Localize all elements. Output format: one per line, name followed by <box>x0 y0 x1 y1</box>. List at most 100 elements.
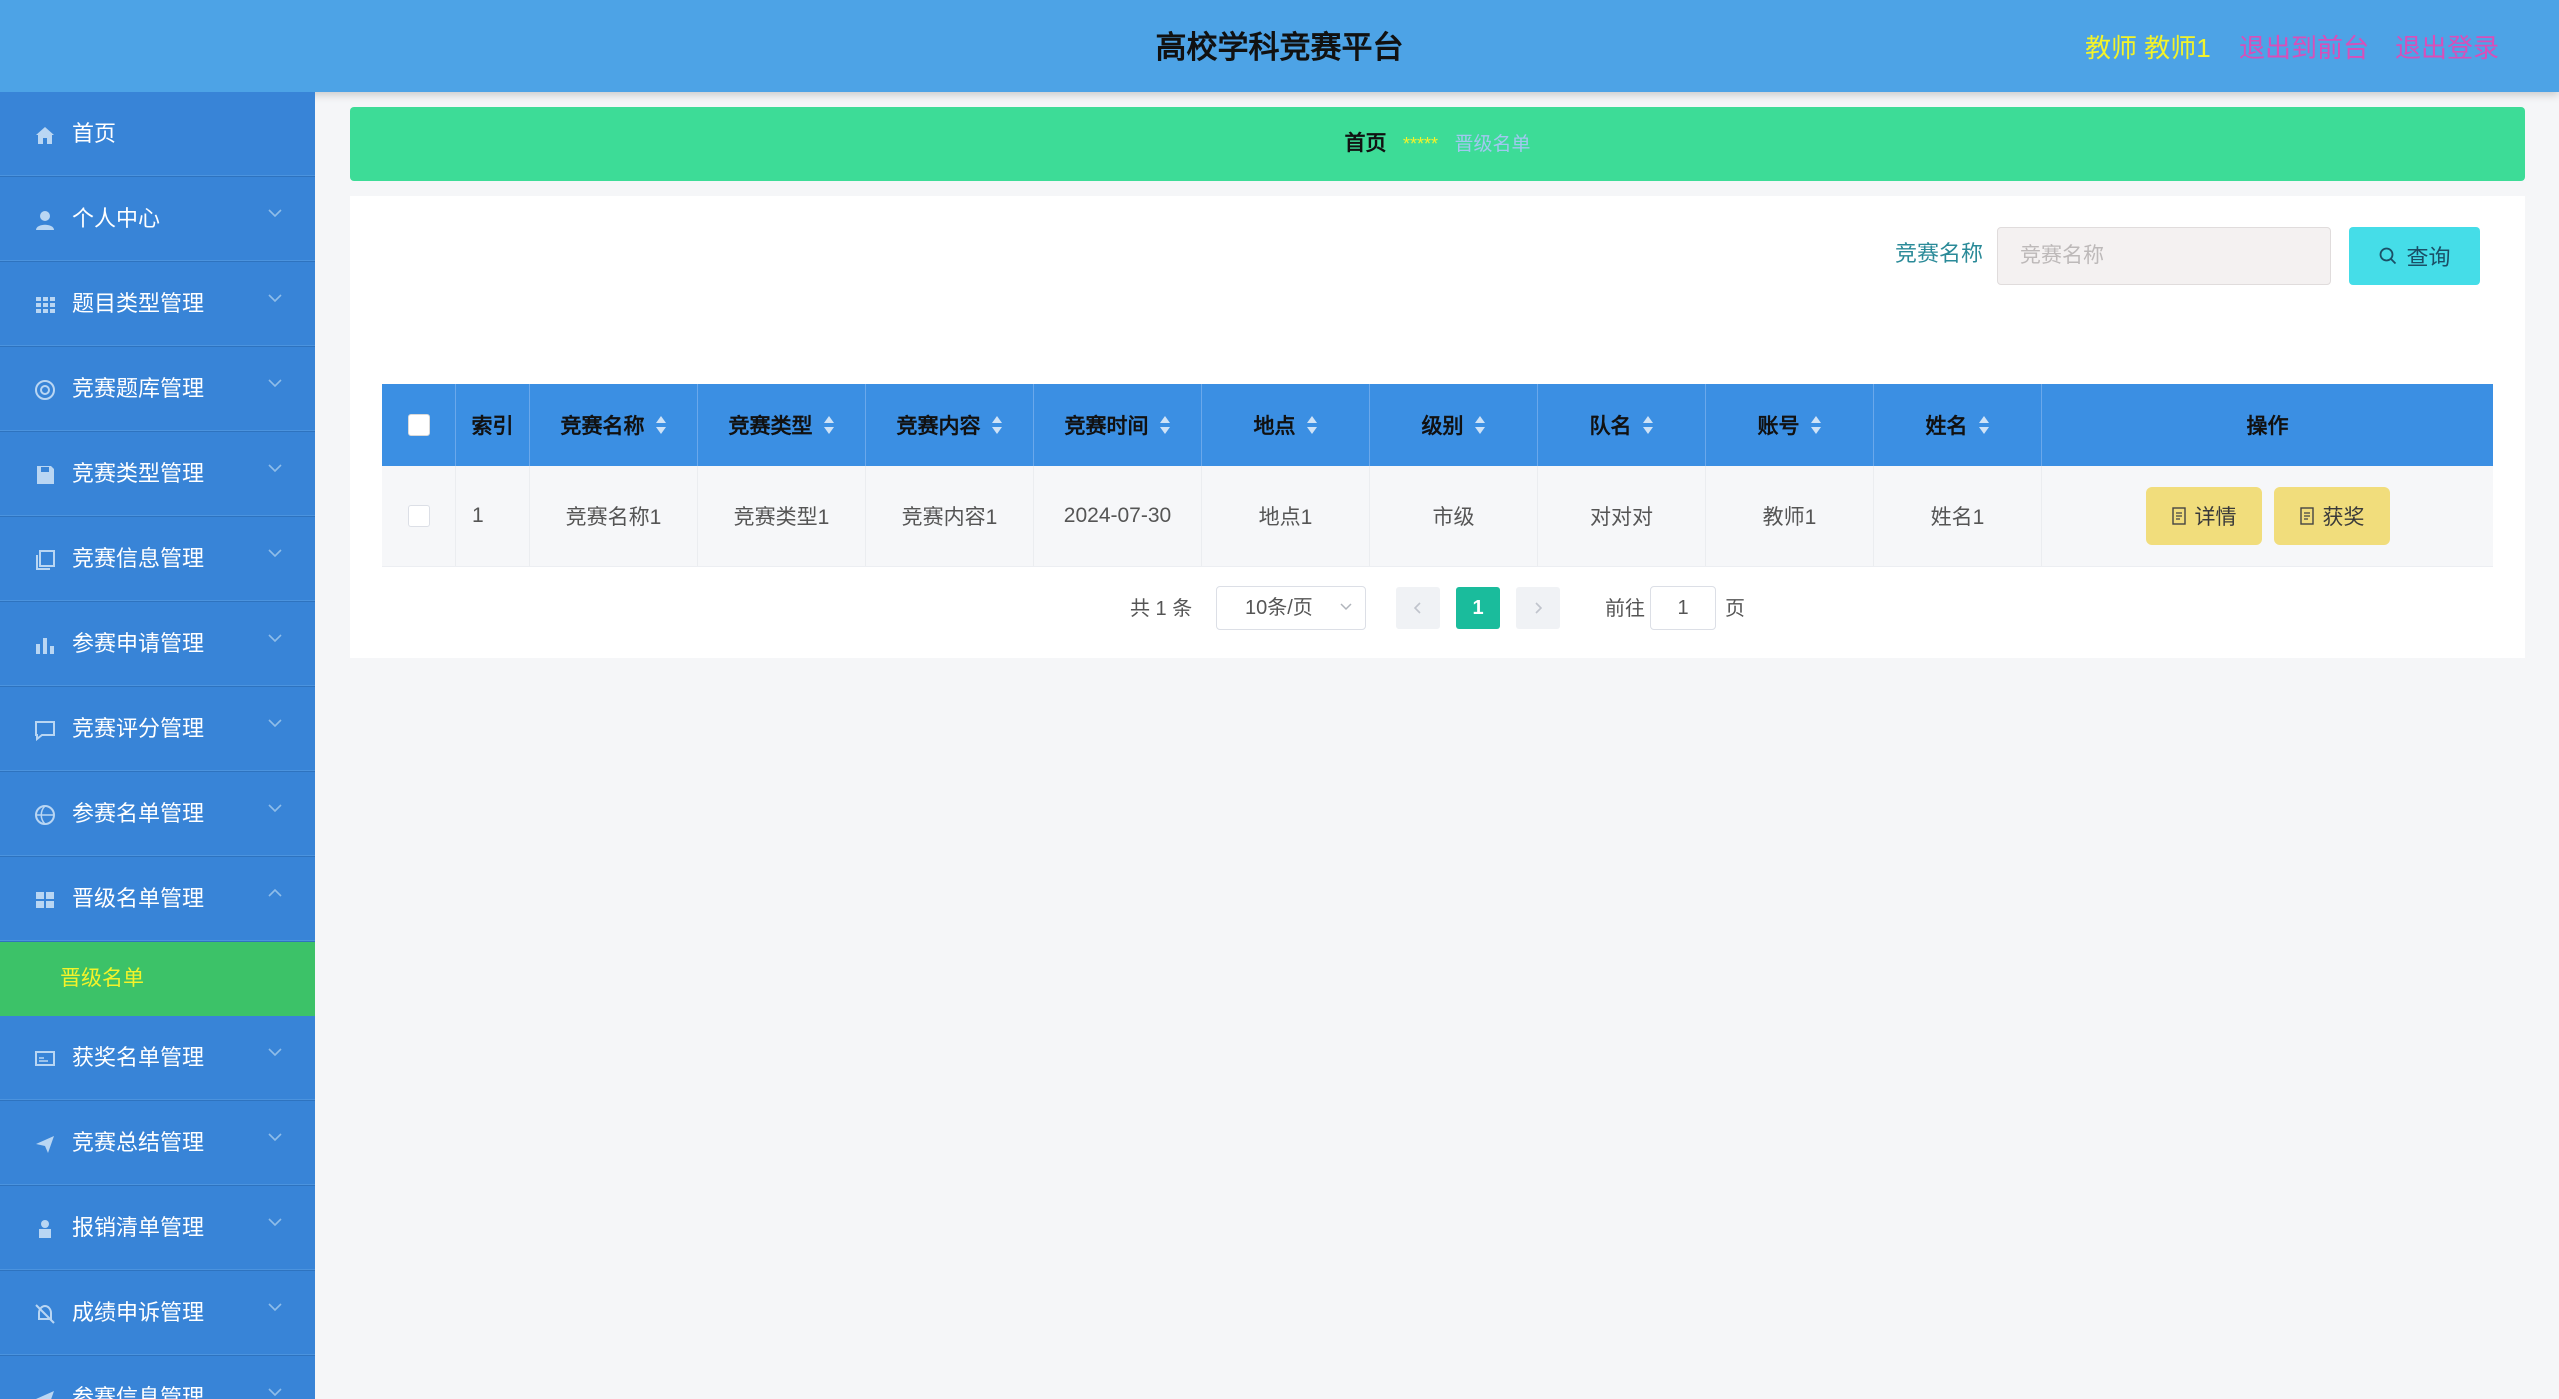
breadcrumb: 首页 ***** 晋级名单 <box>350 107 2525 181</box>
col-header-team[interactable]: 队名 <box>1538 384 1706 466</box>
sort-icon[interactable] <box>1978 415 1990 435</box>
sidebar-item-label: 题目类型管理 <box>72 291 205 316</box>
cell-time: 2024-07-30 <box>1034 466 1202 566</box>
sort-icon[interactable] <box>823 415 835 435</box>
col-header-place[interactable]: 地点 <box>1202 384 1370 466</box>
sidebar-item-label: 获奖名单管理 <box>72 1045 205 1070</box>
chevron-down-icon <box>268 634 282 643</box>
save-icon <box>37 466 54 484</box>
page-size-select[interactable]: 10条/页 <box>1216 586 1366 630</box>
chevron-down-icon <box>268 1388 282 1397</box>
sidebar-item-personal-center[interactable]: 个人中心 <box>0 177 315 262</box>
chevron-down-icon <box>268 719 282 728</box>
sidebar-item-label: 竞赛评分管理 <box>72 716 205 741</box>
col-header-person[interactable]: 姓名 <box>1874 384 2042 466</box>
col-header-label: 竞赛内容 <box>896 415 981 438</box>
sidebar-item-label: 竞赛信息管理 <box>72 546 205 571</box>
sidebar-item-reimbursement[interactable]: 报销清单管理 <box>0 1186 315 1271</box>
sidebar-item-participant-info[interactable]: 参赛信息管理 <box>0 1356 315 1399</box>
sort-icon[interactable] <box>1474 415 1486 435</box>
sidebar-item-participant-list[interactable]: 参赛名单管理 <box>0 772 315 857</box>
cell-account: 教师1 <box>1706 466 1874 566</box>
cell-actions: 详情 获奖 <box>2042 466 2493 566</box>
sidebar-item-summary[interactable]: 竞赛总结管理 <box>0 1101 315 1186</box>
sidebar-item-label: 首页 <box>72 121 117 146</box>
page-number-current[interactable]: 1 <box>1456 587 1500 629</box>
sidebar-item-competition-info[interactable]: 竞赛信息管理 <box>0 517 315 602</box>
chevron-down-icon <box>268 1303 282 1312</box>
sort-icon[interactable] <box>991 415 1003 435</box>
chevron-down-icon <box>1340 603 1352 611</box>
goto-label: 前往 <box>1605 598 1645 620</box>
select-all-checkbox[interactable] <box>407 414 430 436</box>
logout-link[interactable]: 退出登录 <box>2395 0 2499 92</box>
back-to-frontend-link[interactable]: 退出到前台 <box>2239 0 2369 92</box>
breadcrumb-home[interactable]: 首页 <box>1345 132 1387 155</box>
col-header-label: 竞赛类型 <box>728 415 813 438</box>
table-row: 1 竞赛名称1 竞赛类型1 竞赛内容1 2024-07-30 地点1 市级 对对… <box>382 466 2493 567</box>
sidebar-item-label: 参赛信息管理 <box>72 1385 205 1399</box>
breadcrumb-current: 晋级名单 <box>1454 134 1531 155</box>
sidebar-item-label: 晋级名单管理 <box>72 886 205 911</box>
sidebar: 首页 个人中心 题目类型管理 竞赛题库管理 竞赛类型管理 竞赛信息管理 参赛申请… <box>0 92 315 1399</box>
chevron-left-icon <box>1413 602 1421 614</box>
monitor-icon <box>35 1051 55 1066</box>
search-icon <box>2380 247 2397 265</box>
sidebar-item-home[interactable]: 首页 <box>0 92 315 177</box>
detail-button[interactable]: 详情 <box>2145 487 2262 545</box>
send-icon <box>36 1391 54 1399</box>
sidebar-item-grade-appeal[interactable]: 成绩申诉管理 <box>0 1271 315 1356</box>
goto-suffix-label: 页 <box>1725 598 1745 620</box>
sidebar-item-label: 竞赛题库管理 <box>72 376 205 401</box>
award-button[interactable]: 获奖 <box>2273 487 2390 545</box>
sidebar-item-question-type[interactable]: 题目类型管理 <box>0 262 315 347</box>
sidebar-item-promotion-list[interactable]: 晋级名单管理 <box>0 857 315 942</box>
sort-icon[interactable] <box>655 415 667 435</box>
search-button[interactable]: 查询 <box>2349 227 2480 285</box>
prev-page-button[interactable] <box>1396 587 1440 629</box>
cell-place: 地点1 <box>1202 466 1370 566</box>
chevron-down-icon <box>268 804 282 813</box>
col-header-level[interactable]: 级别 <box>1370 384 1538 466</box>
search-input[interactable] <box>1997 227 2331 285</box>
sidebar-item-entry-application[interactable]: 参赛申请管理 <box>0 602 315 687</box>
pagination-total: 共 1 条 <box>1130 598 1193 620</box>
detail-button-label: 详情 <box>2194 506 2237 529</box>
row-checkbox[interactable] <box>407 505 430 527</box>
current-user-label: 教师 教师1 <box>2085 33 2211 63</box>
next-page-button[interactable] <box>1516 587 1560 629</box>
sidebar-item-award-list[interactable]: 获奖名单管理 <box>0 1016 315 1101</box>
sort-icon[interactable] <box>1642 415 1654 435</box>
goto-page-input[interactable] <box>1650 586 1716 630</box>
col-header-time[interactable]: 竞赛时间 <box>1034 384 1202 466</box>
bar-chart-icon <box>36 638 54 654</box>
col-header-content[interactable]: 竞赛内容 <box>866 384 1034 466</box>
col-header-name[interactable]: 竞赛名称 <box>530 384 698 466</box>
col-header-label: 地点 <box>1253 415 1296 438</box>
grid-icon <box>36 297 55 313</box>
cell-name: 竞赛名称1 <box>530 466 698 566</box>
document-icon <box>2171 507 2186 525</box>
sidebar-item-scoring[interactable]: 竞赛评分管理 <box>0 687 315 772</box>
sidebar-subitem-promotion-list[interactable]: 晋级名单 <box>0 942 315 1016</box>
sort-icon[interactable] <box>1306 415 1318 435</box>
sidebar-item-label: 参赛名单管理 <box>72 801 205 826</box>
person-icon <box>39 1220 51 1238</box>
col-header-label: 竞赛名称 <box>560 415 645 438</box>
sort-icon[interactable] <box>1159 415 1171 435</box>
col-header-label: 队名 <box>1589 415 1632 438</box>
chevron-down-icon <box>268 1218 282 1227</box>
search-button-label: 查询 <box>2406 245 2451 270</box>
cell-type: 竞赛类型1 <box>698 466 866 566</box>
table-header: 索引 竞赛名称 竞赛类型 竞赛内容 竞赛时间 地点 级别 队名 账号 姓名 操作 <box>382 384 2493 466</box>
col-header-label: 账号 <box>1757 415 1800 438</box>
sidebar-item-question-bank[interactable]: 竞赛题库管理 <box>0 347 315 432</box>
sort-icon[interactable] <box>1810 415 1822 435</box>
chevron-down-icon <box>268 464 282 473</box>
col-header-type[interactable]: 竞赛类型 <box>698 384 866 466</box>
menu-grid-icon <box>36 892 54 908</box>
col-header-account[interactable]: 账号 <box>1706 384 1874 466</box>
sidebar-item-competition-type[interactable]: 竞赛类型管理 <box>0 432 315 517</box>
user-icon <box>36 211 54 230</box>
award-button-label: 获奖 <box>2322 506 2365 529</box>
